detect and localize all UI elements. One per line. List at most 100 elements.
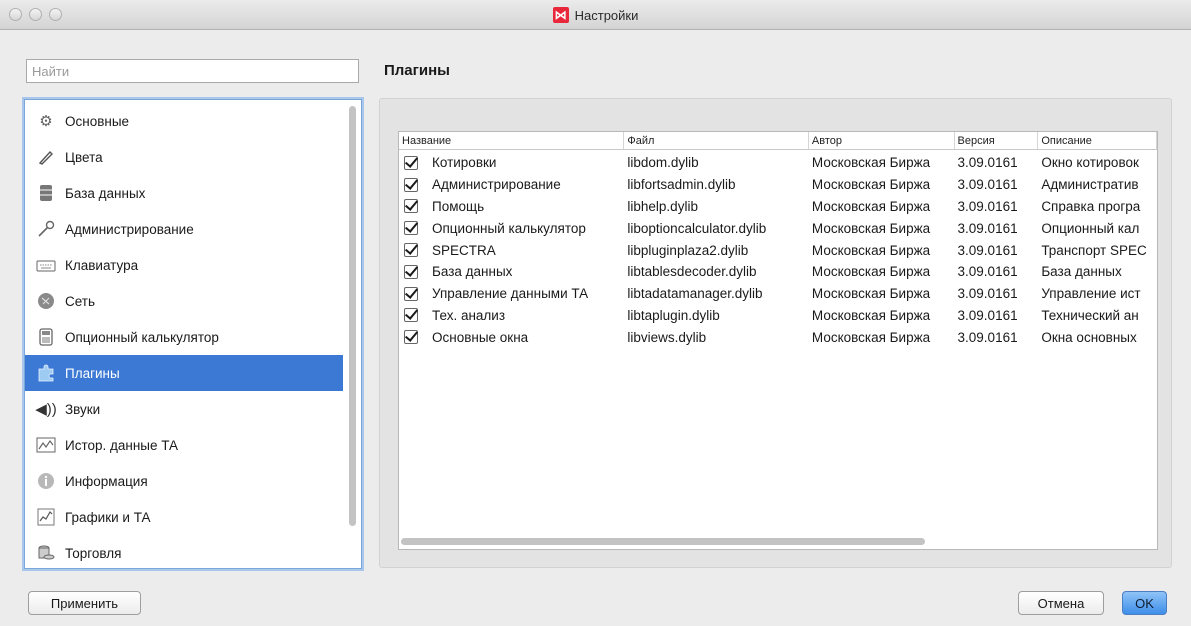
database-icon: [36, 183, 56, 203]
plugin-file: libtablesdecoder.dylib: [627, 264, 757, 280]
keyboard-icon: [36, 255, 56, 275]
plugin-version: 3.09.0161: [957, 264, 1018, 280]
sidebar-item-trading[interactable]: Торговля: [25, 535, 343, 568]
table-row[interactable]: Котировки libdom.dylib Московская Биржа …: [399, 152, 1157, 174]
sidebar-item-keyboard[interactable]: Клавиатура: [25, 247, 343, 283]
table-row[interactable]: Управление данными ТА libtadatamanager.d…: [399, 283, 1157, 305]
sidebar-item-charts-ta[interactable]: Графики и ТА: [25, 499, 343, 535]
plugin-enabled-checkbox[interactable]: [404, 330, 418, 345]
plugin-enabled-checkbox[interactable]: [404, 243, 418, 258]
coins-icon: [36, 543, 56, 563]
plugin-name: База данных: [432, 264, 513, 280]
window-title-group: ⋈ Настройки: [0, 0, 1191, 30]
plugin-enabled-checkbox[interactable]: [404, 199, 418, 214]
sidebar-item-colors[interactable]: Цвета: [25, 139, 343, 175]
sidebar-item-database[interactable]: База данных: [25, 175, 343, 211]
table-row[interactable]: Тех. анализ libtaplugin.dylib Московская…: [399, 305, 1157, 327]
cancel-button[interactable]: Отмена: [1018, 591, 1104, 615]
plugins-table: Название Файл Автор Версия Описание Коти…: [398, 131, 1158, 550]
plugin-version: 3.09.0161: [957, 329, 1018, 345]
calculator-icon: [36, 327, 56, 347]
table-horizontal-scrollbar[interactable]: [399, 535, 1157, 547]
sidebar-item-label: Опционный калькулятор: [65, 329, 219, 345]
plugin-name: Помощь: [432, 198, 485, 214]
sidebar-item-network[interactable]: Сеть: [25, 283, 343, 319]
plugin-description: Административ: [1041, 177, 1139, 193]
window-title: Настройки: [574, 7, 639, 23]
plugin-enabled-checkbox[interactable]: [404, 177, 418, 192]
plugin-description: Транспорт SPEC: [1041, 242, 1147, 258]
speaker-icon: ◀)): [35, 401, 57, 418]
plugin-author: Московская Биржа: [811, 177, 931, 193]
sidebar-item-label: Истор. данные ТА: [65, 437, 179, 453]
plugin-author: Московская Биржа: [811, 307, 931, 323]
sidebar-item-general[interactable]: ⚙ Основные: [25, 103, 343, 139]
plugin-file: libfortsadmin.dylib: [627, 177, 736, 193]
plugin-file: libviews.dylib: [627, 329, 707, 345]
plugin-author: Московская Биржа: [811, 329, 931, 345]
sidebar-item-plugins[interactable]: Плагины: [25, 355, 343, 391]
column-header-description[interactable]: Описание: [1038, 132, 1157, 149]
sidebar-scrollbar-thumb[interactable]: [349, 106, 356, 526]
plugin-description: Окна основных: [1041, 329, 1137, 345]
plugin-name: Администрирование: [432, 177, 561, 193]
plugin-file: libtaplugin.dylib: [627, 307, 720, 323]
sidebar-item-information[interactable]: Информация: [25, 463, 343, 499]
plugin-file: libtadatamanager.dylib: [627, 286, 763, 302]
plugin-file: libdom.dylib: [627, 155, 699, 171]
table-row[interactable]: Администрирование libfortsadmin.dylib Мо…: [399, 174, 1157, 196]
sidebar-item-label: Сеть: [65, 293, 96, 309]
plugin-version: 3.09.0161: [957, 242, 1018, 258]
column-header-file[interactable]: Файл: [624, 132, 809, 149]
line-chart-icon: [36, 507, 56, 527]
settings-sidebar: ⚙ Основные Цвета База данных Администрир…: [24, 99, 362, 569]
plugin-version: 3.09.0161: [957, 198, 1018, 214]
sidebar-item-label: Звуки: [65, 401, 101, 417]
table-body: Котировки libdom.dylib Московская Биржа …: [399, 152, 1157, 348]
plugin-author: Московская Биржа: [811, 198, 931, 214]
plugin-name: Основные окна: [432, 329, 529, 345]
plugin-author: Московская Биржа: [811, 155, 931, 171]
plugin-description: Технический ан: [1041, 307, 1139, 323]
plugin-author: Московская Биржа: [811, 286, 931, 302]
table-row[interactable]: Основные окна libviews.dylib Московская …: [399, 326, 1157, 348]
table-row[interactable]: SPECTRA libpluginplaza2.dylib Московская…: [399, 239, 1157, 261]
table-horizontal-scrollbar-thumb[interactable]: [401, 538, 925, 545]
ok-button[interactable]: OK: [1122, 591, 1167, 615]
puzzle-icon: [36, 363, 56, 383]
column-header-name[interactable]: Название: [399, 132, 625, 149]
network-icon: [36, 291, 56, 311]
sidebar-scrollbar[interactable]: [347, 103, 359, 565]
plugin-file: libpluginplaza2.dylib: [627, 242, 749, 258]
sidebar-item-label: Клавиатура: [65, 257, 139, 273]
table-row[interactable]: Опционный калькулятор liboptioncalculato…: [399, 217, 1157, 239]
column-header-version[interactable]: Версия: [955, 132, 1039, 149]
brush-icon: [36, 147, 56, 167]
table-row[interactable]: Помощь libhelp.dylib Московская Биржа 3.…: [399, 196, 1157, 218]
search-input[interactable]: [26, 59, 359, 83]
sidebar-list: ⚙ Основные Цвета База данных Администрир…: [25, 103, 343, 568]
key-icon: [36, 219, 56, 239]
plugin-name: Опционный калькулятор: [432, 220, 586, 236]
sidebar-item-label: Торговля: [65, 545, 122, 561]
plugin-enabled-checkbox[interactable]: [404, 264, 418, 279]
apply-button[interactable]: Применить: [28, 591, 141, 615]
table-row[interactable]: База данных libtablesdecoder.dylib Моско…: [399, 261, 1157, 283]
plugin-enabled-checkbox[interactable]: [404, 286, 418, 301]
plugin-name: Котировки: [432, 155, 497, 171]
plugin-version: 3.09.0161: [957, 307, 1018, 323]
sidebar-item-label: Основные: [65, 113, 130, 129]
sidebar-item-sounds[interactable]: ◀)) Звуки: [25, 391, 343, 427]
column-header-author[interactable]: Автор: [809, 132, 955, 149]
plugin-enabled-checkbox[interactable]: [404, 155, 418, 170]
plugin-name: SPECTRA: [432, 242, 496, 258]
sidebar-item-history-data-ta[interactable]: Истор. данные ТА: [25, 427, 343, 463]
sidebar-item-label: Цвета: [65, 149, 103, 165]
gear-icon: ⚙: [39, 113, 53, 130]
sidebar-item-option-calculator[interactable]: Опционный калькулятор: [25, 319, 343, 355]
title-bar: ⋈ Настройки: [0, 0, 1191, 30]
plugin-enabled-checkbox[interactable]: [404, 221, 418, 236]
sidebar-item-administration[interactable]: Администрирование: [25, 211, 343, 247]
plugin-enabled-checkbox[interactable]: [404, 308, 418, 323]
plugin-description: Окно котировок: [1041, 155, 1139, 171]
